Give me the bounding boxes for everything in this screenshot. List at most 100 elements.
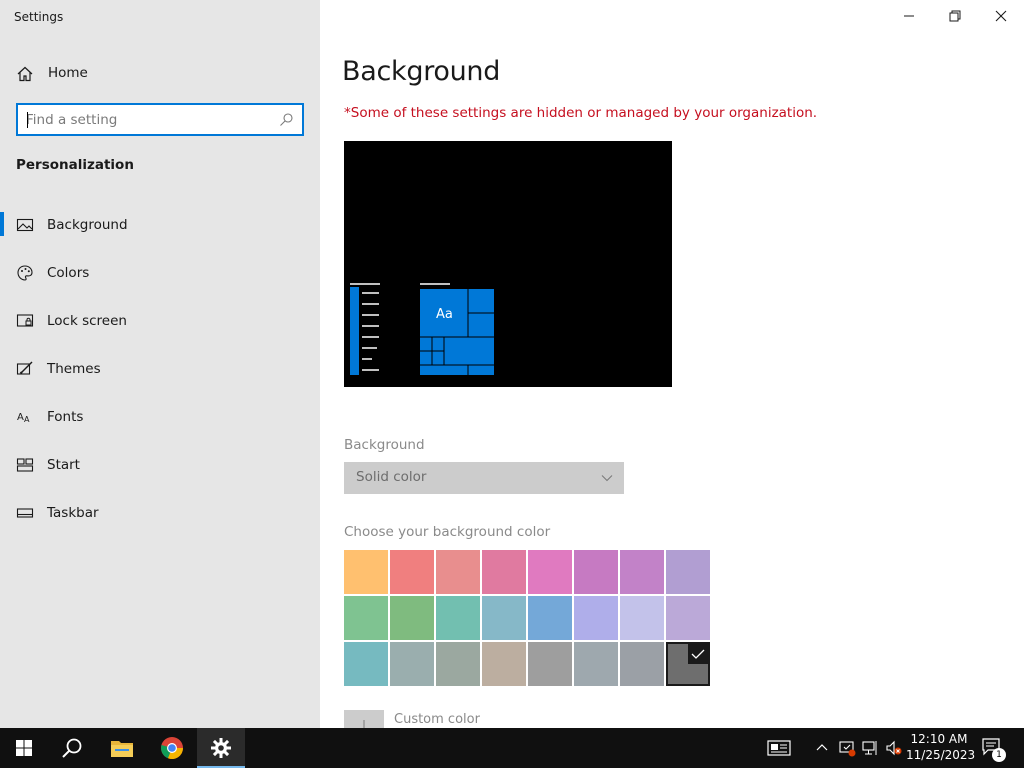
search-input[interactable] [26, 110, 276, 129]
home-label: Home [48, 65, 88, 81]
section-title: Personalization [16, 157, 134, 173]
color-swatch[interactable] [482, 596, 526, 640]
sidebar-item-themes[interactable]: Themes [0, 352, 320, 400]
chrome-icon [161, 737, 184, 760]
color-swatch[interactable] [390, 596, 434, 640]
start-button[interactable] [0, 728, 48, 768]
gear-icon [211, 738, 231, 758]
color-swatch[interactable] [574, 550, 618, 594]
color-swatch[interactable] [436, 550, 480, 594]
sidebar-item-taskbar[interactable]: Taskbar [0, 496, 320, 544]
dropdown-value: Solid color [356, 469, 427, 485]
color-swatch[interactable] [666, 596, 710, 640]
background-preview: Aa [344, 141, 672, 387]
color-swatch[interactable] [574, 596, 618, 640]
background-color-label: Choose your background color [344, 524, 551, 540]
sidebar-item-label: Fonts [47, 409, 84, 425]
start-menu-preview [350, 283, 494, 375]
restore-icon [949, 10, 961, 22]
main-content: Background *Some of these settings are h… [320, 0, 1024, 728]
taskbar-settings[interactable] [197, 728, 245, 768]
taskbar-chrome[interactable] [148, 728, 196, 768]
network-icon[interactable] [862, 739, 880, 757]
color-swatch[interactable] [390, 550, 434, 594]
home-icon [17, 66, 33, 82]
sidebar-item-label: Themes [47, 361, 101, 377]
sidebar-item-lock-screen[interactable]: Lock screen [0, 304, 320, 352]
page-title: Background [342, 56, 501, 87]
svg-text:A: A [24, 415, 30, 424]
color-swatch[interactable] [528, 596, 572, 640]
text-caret [27, 112, 28, 128]
search-box[interactable] [16, 103, 304, 136]
security-icon[interactable] [838, 739, 856, 757]
chevron-up-icon[interactable] [815, 739, 829, 757]
managed-warning: *Some of these settings are hidden or ma… [344, 105, 818, 121]
color-swatch[interactable] [390, 642, 434, 686]
app-title: Settings [14, 10, 64, 24]
preview-tile-text: Aa [436, 307, 453, 322]
sidebar-item-label: Start [47, 457, 80, 473]
folder-icon [111, 741, 133, 757]
chevron-down-icon [601, 475, 613, 482]
sidebar-nav: Background Colors Lock screen Themes A A… [0, 208, 320, 544]
palette-icon [17, 265, 33, 281]
color-swatch[interactable] [344, 550, 388, 594]
sidebar-item-start[interactable]: Start [0, 448, 320, 496]
minimize-button[interactable] [886, 0, 932, 32]
clock-date: 11/25/2023 [906, 748, 976, 762]
search-icon[interactable] [278, 112, 294, 128]
color-swatch[interactable] [666, 642, 710, 686]
color-swatch[interactable] [528, 550, 572, 594]
sidebar-item-label: Colors [47, 265, 90, 281]
taskbar-icon [16, 508, 34, 518]
restore-button[interactable] [932, 0, 978, 32]
color-swatch[interactable] [620, 550, 664, 594]
sidebar-item-colors[interactable]: Colors [0, 256, 320, 304]
sidebar: Settings Home Personalization [0, 0, 320, 728]
color-swatch[interactable] [436, 596, 480, 640]
sidebar-item-background[interactable]: Background [0, 208, 320, 256]
color-swatch[interactable] [344, 596, 388, 640]
volume-muted-icon[interactable] [885, 739, 903, 757]
action-center-button[interactable]: 1 [982, 738, 1006, 762]
color-swatch[interactable] [620, 642, 664, 686]
close-icon [995, 10, 1007, 22]
sidebar-item-fonts[interactable]: A A Fonts [0, 400, 320, 448]
active-indicator [0, 212, 4, 236]
background-type-label: Background [344, 437, 425, 453]
color-swatch[interactable] [344, 642, 388, 686]
notification-badge: 1 [992, 748, 1006, 762]
clock-time: 12:10 AM [910, 732, 968, 746]
taskbar-clock[interactable]: 12:10 AM 11/25/2023 [906, 731, 976, 763]
fonts-icon: A A [17, 412, 30, 424]
windows-logo-icon [16, 740, 32, 756]
color-swatch[interactable] [620, 596, 664, 640]
color-swatch[interactable] [574, 642, 618, 686]
color-swatch[interactable] [436, 642, 480, 686]
news-widget-icon[interactable] [767, 739, 791, 757]
plus-icon [344, 710, 384, 728]
home-button[interactable]: Home [0, 58, 320, 90]
color-swatch[interactable] [482, 642, 526, 686]
settings-window: Settings Home Personalization [0, 0, 1024, 728]
sidebar-item-label: Taskbar [47, 505, 99, 521]
custom-color-button[interactable]: Custom color [344, 710, 644, 728]
picture-icon [16, 218, 34, 232]
background-type-dropdown[interactable]: Solid color [344, 462, 624, 494]
sidebar-item-label: Lock screen [47, 313, 127, 329]
color-swatch[interactable] [482, 550, 526, 594]
minimize-icon [904, 15, 914, 17]
checkmark-icon [688, 644, 708, 664]
lock-screen-icon [16, 314, 34, 327]
themes-icon [16, 361, 33, 375]
taskbar-file-explorer[interactable] [98, 728, 146, 768]
search-icon [62, 738, 82, 758]
custom-color-label: Custom color [394, 712, 480, 727]
taskbar: 12:10 AM 11/25/2023 1 [0, 728, 1024, 768]
start-icon [16, 458, 34, 472]
close-button[interactable] [978, 0, 1024, 32]
taskbar-search-button[interactable] [48, 728, 96, 768]
color-swatch[interactable] [528, 642, 572, 686]
color-swatch[interactable] [666, 550, 710, 594]
